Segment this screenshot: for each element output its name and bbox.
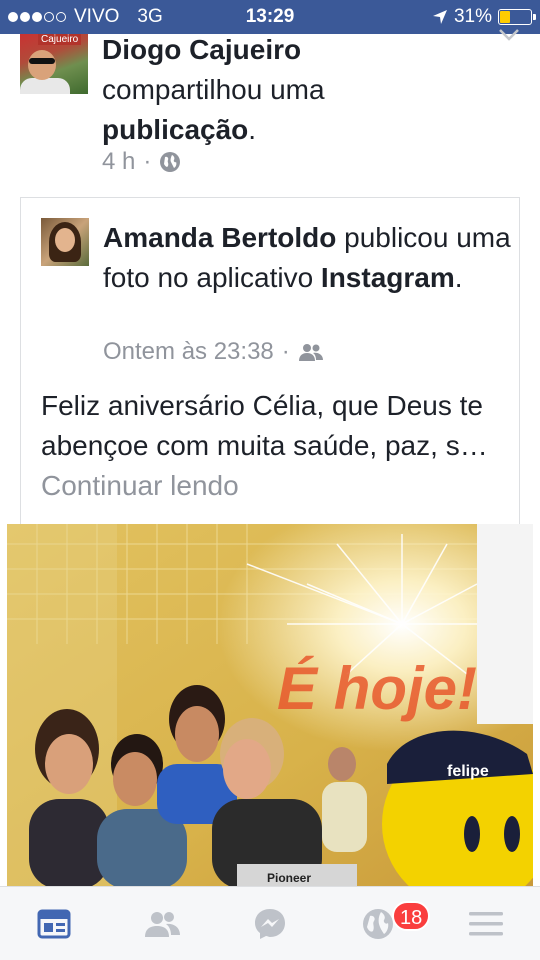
share-action-text: compartilhou uma (102, 74, 325, 105)
location-arrow-icon (432, 10, 447, 24)
tab-messenger[interactable] (245, 901, 295, 947)
battery-percent: 31% (453, 6, 492, 27)
notifications-globe-icon (363, 909, 393, 939)
battery-icon (498, 9, 536, 25)
photo-overlay-text: É hoje! (277, 655, 477, 722)
post-photo[interactable]: É hoje! felipe Pioneer (7, 524, 533, 886)
avatar-tag-text: Cajueiro (38, 34, 82, 45)
photo-illustration: É hoje! felipe Pioneer (7, 524, 533, 886)
shared-post-header: Amanda Bertoldo publicou uma foto no apl… (103, 222, 511, 293)
sharer-name[interactable]: Diogo Cajueiro (102, 34, 301, 65)
post-text: Feliz aniversário Célia, que Deus te abe… (41, 386, 511, 506)
meta-separator: · (281, 338, 290, 365)
menu-icon (469, 912, 503, 936)
notifications-badge: 18 (392, 901, 431, 931)
brand-text: Pioneer (267, 871, 311, 885)
logo-text: felipe (447, 763, 489, 780)
shared-post-meta: Ontem às 23:38 · (103, 338, 324, 366)
post-header: Diogo Cajueiro compartilhou uma publicaç… (102, 34, 325, 145)
shared-object-link[interactable]: publicação (102, 114, 248, 145)
tab-friend-requests[interactable] (137, 901, 187, 947)
meta-separator: · (143, 148, 152, 175)
news-feed-icon (37, 909, 71, 939)
tab-menu[interactable] (461, 901, 511, 947)
friend-requests-icon (145, 912, 180, 937)
status-indicators: 31% (432, 6, 536, 28)
tab-news-feed[interactable] (29, 901, 79, 947)
author-avatar[interactable] (41, 218, 89, 266)
friends-icon (298, 344, 323, 361)
globe-icon (160, 152, 181, 172)
author-name[interactable]: Amanda Bertoldo (103, 222, 336, 253)
shared-post-card[interactable]: Amanda Bertoldo publicou uma foto no apl… (20, 197, 520, 527)
messenger-icon (255, 909, 285, 939)
sharer-avatar[interactable]: Cajueiro (20, 34, 88, 94)
status-bar: VIVO 3G 13:29 31% (0, 0, 540, 34)
shared-post-timestamp[interactable]: Ontem às 23:38 (103, 338, 274, 366)
post-body-text: Feliz aniversário Célia, que Deus te abe… (41, 390, 488, 461)
tab-bar: 18 (0, 886, 540, 960)
post-meta: 4 h · (102, 148, 181, 176)
post-timestamp[interactable]: 4 h (102, 148, 135, 176)
app-link[interactable]: Instagram (321, 262, 455, 293)
continue-reading-link[interactable]: Continuar lendo (41, 470, 239, 501)
